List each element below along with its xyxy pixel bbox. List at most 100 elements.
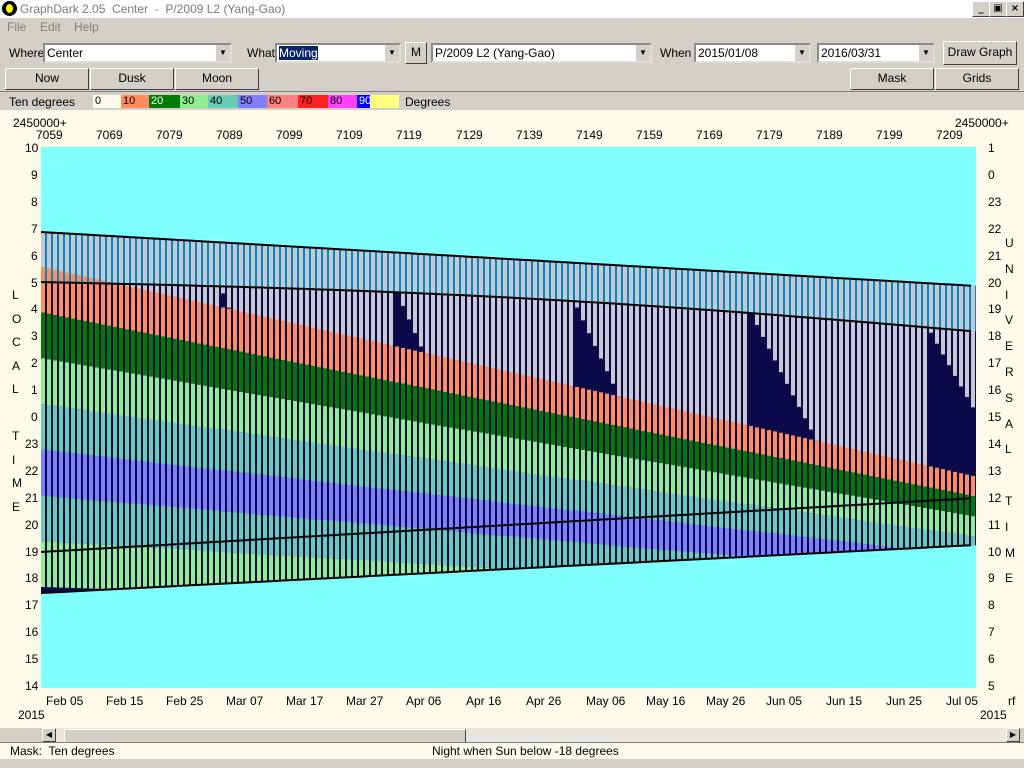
darkness-plot[interactable] [41,147,976,688]
altitude-bar [443,495,447,531]
title-bar: GraphDark 2.05 Center - P/2009 L2 (Yang-… [0,0,1024,18]
draw-graph-button[interactable]: Draw Graph [943,41,1017,65]
where-select[interactable]: Center ▼ [43,43,232,63]
right-title-letter: E [1005,571,1014,586]
altitude-bar [119,284,123,329]
close-button[interactable]: × [1006,1,1024,17]
altitude-bar [197,343,201,385]
altitude-bar [641,401,645,431]
altitude-bar [869,498,873,522]
altitude-bar [719,473,723,501]
what-select[interactable]: Moving ▼ [275,43,401,63]
restore-button[interactable]: ▣ [989,1,1007,17]
altitude-bar [605,423,609,455]
chevron-down-icon[interactable]: ▼ [384,45,399,61]
altitude-bar [947,532,951,547]
altitude-bar [263,396,267,436]
minimize-button[interactable]: _ [972,1,990,17]
altitude-bar [479,533,483,568]
mask-button[interactable]: Mask [850,68,934,90]
altitude-bar [413,563,417,574]
end-date-select[interactable]: 2016/03/31 ▼ [817,43,935,63]
left-hour-label: 10 [25,141,39,155]
altitude-bar [617,485,621,516]
altitude-bar [419,422,423,458]
dusk-button[interactable]: Dusk [90,68,174,90]
altitude-bar [533,441,537,475]
altitude-bar [503,403,507,437]
altitude-bar [203,344,207,386]
horizontal-scrollbar[interactable]: ◀ ▶ [42,728,1020,743]
menu-help[interactable]: Help [74,20,99,34]
left-hour-label: 0 [31,410,38,424]
chevron-down-icon[interactable]: ▼ [794,45,809,61]
altitude-bar [953,471,957,493]
altitude-bar [875,454,879,478]
altitude-bar [329,445,333,483]
altitude-bar [215,428,219,470]
start-date-select[interactable]: 2015/01/08 ▼ [694,43,811,63]
altitude-bar [53,542,57,588]
legend-swatch [370,95,399,108]
chevron-down-icon[interactable]: ▼ [918,45,933,61]
altitude-bar [287,478,291,517]
altitude-bar [797,511,801,537]
altitude-bar [143,547,147,588]
right-title-letter: L [1005,442,1012,457]
altitude-bar [299,440,303,480]
left-title-letter: A [12,358,21,373]
altitude-bar [143,375,147,419]
altitude-bar [305,326,309,365]
moonlight-bar [971,285,975,408]
altitude-bar [911,527,915,549]
menu-edit[interactable]: Edit [40,20,61,34]
moon-button[interactable]: Moon [175,68,259,90]
altitude-bar [443,426,447,462]
altitude-bar [335,558,339,578]
altitude-bar [107,545,111,590]
altitude-bar [869,452,873,476]
altitude-bar [923,529,927,548]
chevron-down-icon[interactable]: ▼ [635,45,650,61]
chevron-down-icon[interactable]: ▼ [215,45,230,61]
altitude-bar [245,553,249,583]
altitude-bar [425,423,429,459]
altitude-bar [683,411,687,440]
altitude-bar [485,433,489,468]
altitude-bar [89,499,93,545]
right-hour-label: 17 [988,356,1002,371]
altitude-bar [743,477,747,504]
altitude-bar [131,330,135,374]
object-select[interactable]: P/2009 L2 (Yang-Gao) ▼ [431,43,652,63]
altitude-bar [263,356,267,397]
altitude-bar [599,513,603,545]
left-hour-label: 4 [31,302,38,317]
right-title-letter: M [1005,545,1015,560]
grids-button[interactable]: Grids [935,68,1019,90]
moonlight-bar [791,275,795,396]
altitude-bar [965,515,969,536]
scroll-left-icon[interactable]: ◀ [42,728,56,742]
altitude-bar [827,443,831,468]
now-button[interactable]: Now [5,68,89,90]
menu-file[interactable]: File [7,20,26,34]
altitude-bar [617,426,621,457]
altitude-bar [275,358,279,399]
left-hour-label: 22 [25,463,39,478]
altitude-bar [47,359,51,405]
altitude-bar [911,505,915,528]
altitude-bar [929,509,933,531]
altitude-bar [809,537,813,554]
altitude-bar [719,500,723,528]
m-button[interactable]: M [405,42,427,64]
altitude-bar [101,280,105,325]
altitude-bar [335,370,339,409]
altitude-bar [365,523,369,561]
altitude-bar [227,389,231,431]
altitude-bar [341,334,345,372]
altitude-bar [251,354,255,395]
scroll-right-icon[interactable]: ▶ [1006,728,1020,742]
altitude-bar [713,417,717,446]
scroll-thumb[interactable] [64,729,466,743]
moonlight-bar [767,273,771,349]
